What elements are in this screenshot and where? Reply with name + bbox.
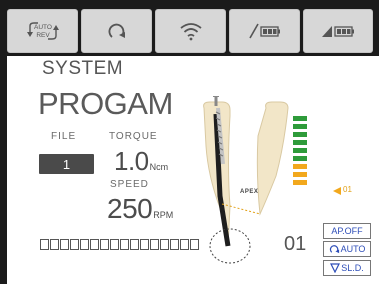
- auto-reverse-button[interactable]: AUTO REV: [7, 9, 78, 53]
- triangle-down-icon: [330, 263, 341, 273]
- progress-square: [190, 239, 199, 250]
- sl-d-button[interactable]: SL.D.: [323, 260, 371, 276]
- rotate-cw-small-icon: [329, 244, 339, 253]
- apex-number: 01: [284, 233, 307, 255]
- file-value: 1: [62, 156, 71, 172]
- progress-square: [140, 239, 149, 250]
- progress-square: [80, 239, 89, 250]
- torque-number: 1.0: [114, 146, 149, 176]
- wireless-button[interactable]: [155, 9, 226, 53]
- progress-square: [60, 239, 69, 250]
- auto-label: AUTO: [340, 244, 366, 254]
- progress-square: [160, 239, 169, 250]
- handpiece-battery-icon: [248, 23, 280, 39]
- file-value-box[interactable]: 1: [39, 154, 94, 174]
- progress-square: [170, 239, 179, 250]
- apex-bar-green: [293, 124, 307, 129]
- progress-square: [180, 239, 189, 250]
- torque-label: TORQUE: [109, 131, 158, 142]
- program-title: PROGAM: [38, 86, 173, 121]
- progress-square: [100, 239, 109, 250]
- speed-label: SPEED: [110, 179, 149, 190]
- base-battery-icon: [322, 26, 354, 37]
- system-label: SYSTEM: [42, 58, 124, 79]
- main-panel: SYSTEM PROGAM FILE TORQUE 1 1.0Ncm SPEED…: [7, 56, 379, 284]
- apex-bar-orange: [293, 180, 307, 185]
- auto-reverse-icon: AUTO REV: [26, 22, 59, 40]
- apex-marker-label: 01: [343, 185, 352, 194]
- progress-square: [90, 239, 99, 250]
- progress-square: [70, 239, 79, 250]
- progress-square: [110, 239, 119, 250]
- base-battery-button[interactable]: [303, 9, 373, 53]
- svg-text:REV: REV: [36, 32, 50, 39]
- apex-bar-orange: [293, 164, 307, 169]
- apex-bar-orange: [293, 172, 307, 177]
- progress-square: [120, 239, 129, 250]
- progress-square: [150, 239, 159, 250]
- speed-unit: RPM: [153, 210, 174, 220]
- rotation-button[interactable]: [81, 9, 152, 53]
- wifi-icon: [179, 23, 202, 41]
- rotate-cw-icon: [108, 23, 125, 38]
- ap-off-label: AP.OFF: [331, 226, 363, 236]
- handpiece-battery-button[interactable]: [229, 9, 300, 53]
- apex-bar-green: [293, 148, 307, 153]
- apex-bar-green: [293, 132, 307, 137]
- progress-square: [50, 239, 59, 250]
- file-label: FILE: [51, 131, 77, 142]
- speed-number: 250: [107, 193, 153, 224]
- progress-squares: [40, 239, 199, 250]
- apex-bar-green: [293, 140, 307, 145]
- progress-square: [40, 239, 49, 250]
- screen: AUTO REV SYSTEM PROGAM FILE TORQUE 1 1.0…: [0, 0, 379, 284]
- top-toolbar: AUTO REV: [7, 9, 379, 53]
- speed-value: 250RPM: [107, 193, 173, 225]
- progress-square: [130, 239, 139, 250]
- apex-label: APEX: [240, 189, 259, 195]
- apex-bar-green: [293, 156, 307, 161]
- ap-off-button[interactable]: AP.OFF: [323, 223, 371, 239]
- svg-text:AUTO: AUTO: [34, 24, 52, 31]
- torque-unit: Ncm: [149, 162, 169, 172]
- apex-bar-green: [293, 116, 307, 121]
- sl-d-label: SL.D.: [341, 263, 364, 273]
- auto-button[interactable]: AUTO: [323, 241, 371, 257]
- torque-value: 1.0Ncm: [114, 146, 168, 177]
